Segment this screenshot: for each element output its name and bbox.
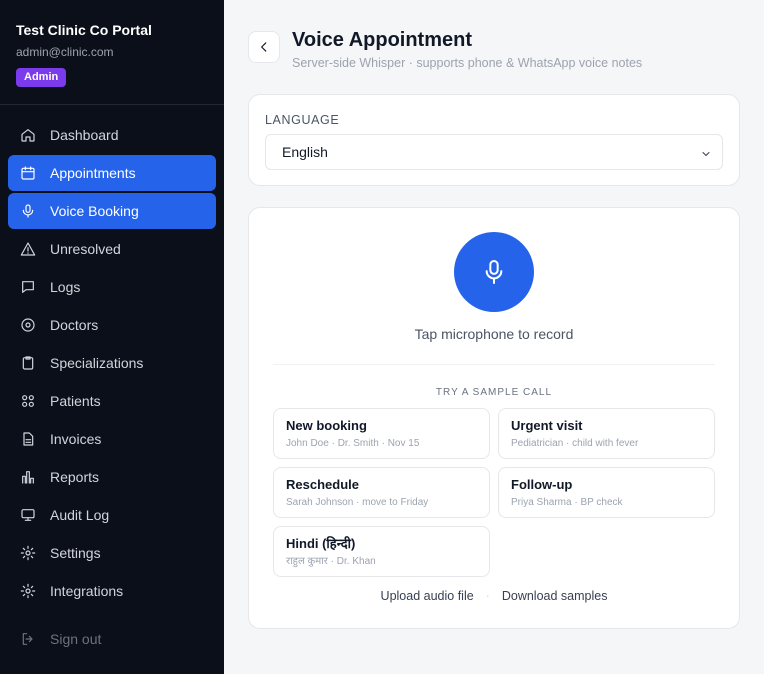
sample-title: Urgent visit: [511, 418, 583, 433]
mic-icon: [20, 203, 36, 219]
chat-icon: [20, 279, 36, 295]
back-button[interactable]: [248, 31, 280, 63]
sidebar-item-appointments[interactable]: Appointments: [8, 155, 216, 191]
sample-call-reschedule[interactable]: Reschedule Sarah Johnson · move to Frida…: [273, 467, 490, 518]
warning-icon: [20, 241, 36, 257]
sample-title: New booking: [286, 418, 367, 433]
sample-title: Follow-up: [511, 477, 573, 492]
audio-actions: Upload audio file · Download samples: [249, 589, 739, 603]
sample-call-hindi[interactable]: Hindi (हिन्दी) राहुल कुमार · Dr. Khan: [273, 526, 490, 577]
sidebar-item-label: Invoices: [50, 431, 102, 447]
sample-call-urgent-visit[interactable]: Urgent visit Pediatrician · child with f…: [498, 408, 715, 459]
sidebar-item-label: Logs: [50, 279, 81, 295]
record-button[interactable]: [454, 232, 534, 312]
file-icon: [20, 431, 36, 447]
gear-icon: [20, 583, 36, 599]
clipboard-icon: [20, 355, 36, 371]
sidebar-item-settings[interactable]: Settings: [8, 535, 216, 571]
page-subtitle: Server-side Whisper · supports phone & W…: [292, 56, 643, 70]
bar-chart-icon: [20, 469, 36, 485]
sidebar-item-voice-booking[interactable]: Voice Booking: [8, 193, 216, 229]
sidebar-item-label: Patients: [50, 393, 101, 409]
monitor-icon: [20, 507, 36, 523]
language-select[interactable]: English: [265, 134, 723, 170]
microphone-icon: [485, 259, 503, 285]
sidebar-item-label: Reports: [50, 469, 100, 485]
download-samples-link[interactable]: Download samples: [502, 589, 608, 603]
sidebar: Test Clinic Co Portal admin@clinic.com A…: [0, 0, 224, 674]
sample-call-new-booking[interactable]: New booking John Doe · Dr. Smith · Nov 1…: [273, 408, 490, 459]
sidebar-item-dashboard[interactable]: Dashboard: [8, 117, 216, 153]
sample-section-label: TRY A SAMPLE CALL: [435, 387, 553, 398]
sign-out-button[interactable]: Sign out: [8, 621, 216, 657]
stethoscope-icon: [20, 317, 36, 333]
chevron-left-icon: [261, 42, 267, 52]
sidebar-item-patients[interactable]: Patients: [8, 383, 216, 419]
record-prompt: Tap microphone to record: [414, 326, 574, 342]
main-content: Voice Appointment Server-side Whisper · …: [224, 0, 764, 674]
sidebar-item-doctors[interactable]: Doctors: [8, 307, 216, 343]
divider: [273, 364, 715, 365]
sidebar-nav: Dashboard Appointments Voice Booking Unr…: [8, 117, 216, 611]
sample-subtitle: John Doe · Dr. Smith · Nov 15: [286, 438, 420, 449]
sample-subtitle: राहुल कुमार · Dr. Khan: [286, 556, 376, 567]
gear-icon: [20, 545, 36, 561]
sample-subtitle: Pediatrician · child with fever: [511, 438, 639, 449]
sidebar-item-reports[interactable]: Reports: [8, 459, 216, 495]
sample-call-follow-up[interactable]: Follow-up Priya Sharma · BP check: [498, 467, 715, 518]
language-label: LANGUAGE: [265, 113, 340, 127]
sidebar-item-integrations[interactable]: Integrations: [8, 573, 216, 609]
sidebar-item-label: Integrations: [50, 583, 124, 599]
sidebar-item-invoices[interactable]: Invoices: [8, 421, 216, 457]
language-card: LANGUAGE English: [248, 94, 740, 186]
sidebar-item-unresolved[interactable]: Unresolved: [8, 231, 216, 267]
chevron-down-icon: [700, 147, 712, 159]
sample-title: Hindi (हिन्दी): [286, 536, 356, 551]
user-email: admin@clinic.com: [16, 45, 114, 59]
sample-subtitle: Sarah Johnson · move to Friday: [286, 497, 429, 508]
link-separator: ·: [485, 589, 490, 603]
recorder-card: Tap microphone to record TRY A SAMPLE CA…: [248, 207, 740, 629]
home-icon: [20, 127, 36, 143]
language-selected-value: English: [282, 144, 328, 160]
sidebar-item-logs[interactable]: Logs: [8, 269, 216, 305]
sidebar-item-label: Doctors: [50, 317, 99, 333]
upload-audio-link[interactable]: Upload audio file: [381, 589, 474, 603]
sidebar-item-label: Appointments: [50, 165, 136, 181]
sidebar-item-label: Specializations: [50, 355, 144, 371]
calendar-icon: [20, 165, 36, 181]
brand-block: Test Clinic Co Portal admin@clinic.com A…: [0, 0, 224, 105]
sidebar-item-specializations[interactable]: Specializations: [8, 345, 216, 381]
sidebar-item-label: Dashboard: [50, 127, 119, 143]
users-icon: [20, 393, 36, 409]
sample-subtitle: Priya Sharma · BP check: [511, 497, 623, 508]
sidebar-item-label: Unresolved: [50, 241, 121, 257]
sample-title: Reschedule: [286, 477, 359, 492]
page-title: Voice Appointment: [292, 29, 472, 51]
sidebar-item-label: Audit Log: [50, 507, 110, 523]
logout-icon: [20, 631, 36, 647]
sidebar-item-audit-log[interactable]: Audit Log: [8, 497, 216, 533]
brand-title: Test Clinic Co Portal: [16, 22, 152, 38]
sign-out-label: Sign out: [50, 631, 102, 647]
sidebar-item-label: Settings: [50, 545, 101, 561]
sidebar-item-label: Voice Booking: [50, 203, 139, 219]
role-badge: Admin: [16, 68, 67, 87]
